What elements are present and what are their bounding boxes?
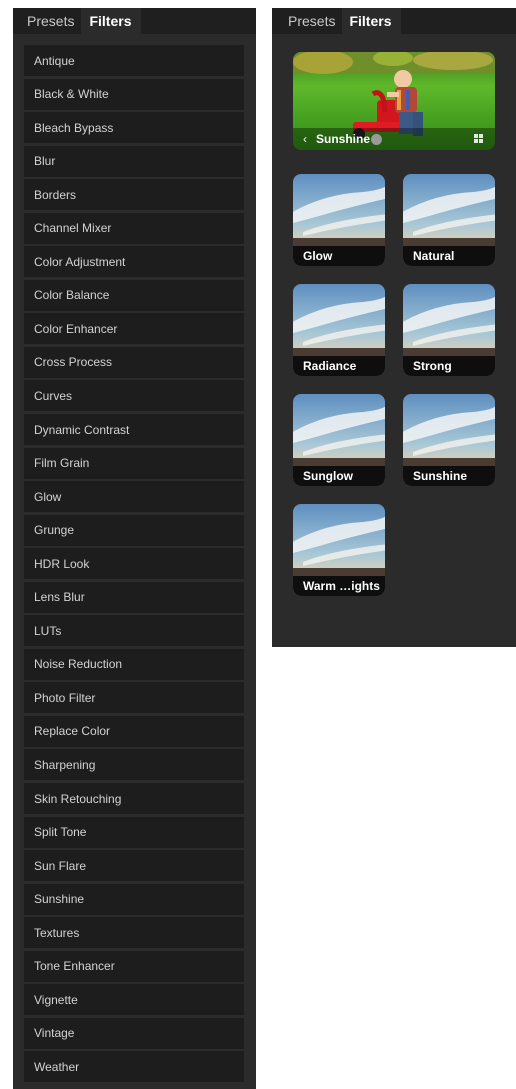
preset-thumbnail-label: Sunglow xyxy=(293,466,385,486)
filter-item[interactable]: Bleach Bypass xyxy=(24,112,244,144)
filter-item[interactable]: Color Enhancer xyxy=(24,313,244,345)
filter-item[interactable]: Cross Process xyxy=(24,346,244,378)
filters-panel-right: Presets Filters ‹ Sunshine Glow Natural … xyxy=(272,8,516,647)
filter-item[interactable]: Color Balance xyxy=(24,279,244,311)
filter-item[interactable]: Grunge xyxy=(24,514,244,546)
preset-thumbnail-label: Glow xyxy=(293,246,385,266)
filter-item[interactable]: Black & White xyxy=(24,78,244,110)
filter-item[interactable]: Glow xyxy=(24,481,244,513)
preset-thumbnail[interactable]: Natural xyxy=(403,174,495,266)
filter-item[interactable]: Antique xyxy=(24,45,244,76)
preset-thumbnail-label: Warm …ights xyxy=(293,576,385,596)
filter-item[interactable]: Noise Reduction xyxy=(24,648,244,680)
filter-item[interactable]: Film Grain xyxy=(24,447,244,479)
tab-bar: Presets Filters xyxy=(13,8,256,34)
filter-item[interactable]: Channel Mixer xyxy=(24,212,244,244)
tab-filters[interactable]: Filters xyxy=(81,8,142,34)
tab-filters[interactable]: Filters xyxy=(342,8,402,34)
filter-item[interactable]: Sharpening xyxy=(24,749,244,781)
preset-thumbnail-label: Natural xyxy=(403,246,495,266)
filter-item[interactable]: Vignette xyxy=(24,984,244,1016)
filter-item[interactable]: Replace Color xyxy=(24,715,244,747)
filter-item[interactable]: Dynamic Contrast xyxy=(24,414,244,446)
filter-item[interactable]: Lens Blur xyxy=(24,581,244,613)
preset-thumbnail[interactable]: Radiance xyxy=(293,284,385,376)
filter-item[interactable]: Weather xyxy=(24,1051,244,1083)
tab-presets[interactable]: Presets xyxy=(272,8,342,34)
filter-item[interactable]: Tone Enhancer xyxy=(24,950,244,982)
filter-item[interactable]: Textures xyxy=(24,917,244,949)
back-chevron-icon[interactable]: ‹ xyxy=(303,132,307,146)
filter-item[interactable]: Blur xyxy=(24,145,244,177)
preset-thumbnail[interactable]: Glow xyxy=(293,174,385,266)
preset-thumbnail-label: Radiance xyxy=(293,356,385,376)
filter-item[interactable]: Vintage xyxy=(24,1017,244,1049)
preset-thumbnail[interactable]: Strong xyxy=(403,284,495,376)
filter-item[interactable]: HDR Look xyxy=(24,548,244,580)
filters-panel-left: Presets Filters Antique Black & White Blea… xyxy=(13,8,256,1089)
preset-thumbnail-label: Strong xyxy=(403,356,495,376)
preset-thumbnail[interactable]: Sunglow xyxy=(293,394,385,486)
filter-item[interactable]: LUTs xyxy=(24,615,244,647)
filter-item[interactable]: Split Tone xyxy=(24,816,244,848)
filter-item[interactable]: Photo Filter xyxy=(24,682,244,714)
filter-preview-card[interactable]: ‹ Sunshine xyxy=(293,52,495,150)
preset-thumbnail-label: Sunshine xyxy=(403,466,495,486)
filter-item[interactable]: Curves xyxy=(24,380,244,412)
tab-bar: Presets Filters xyxy=(272,8,516,34)
preset-thumbnail[interactable]: Warm …ights xyxy=(293,504,385,596)
filter-item[interactable]: Borders xyxy=(24,179,244,211)
grid-view-icon[interactable] xyxy=(474,134,483,143)
filter-list: Antique Black & White Bleach Bypass Blur Bor… xyxy=(24,45,244,1085)
tab-presets[interactable]: Presets xyxy=(13,8,81,34)
preview-slider-knob[interactable] xyxy=(371,134,382,145)
preset-thumbnail[interactable]: Sunshine xyxy=(403,394,495,486)
current-filter-name: Sunshine xyxy=(316,132,371,146)
filter-item[interactable]: Skin Retouching xyxy=(24,783,244,815)
filter-item[interactable]: Color Adjustment xyxy=(24,246,244,278)
filter-item[interactable]: Sunshine xyxy=(24,883,244,915)
filter-item[interactable]: Sun Flare xyxy=(24,850,244,882)
